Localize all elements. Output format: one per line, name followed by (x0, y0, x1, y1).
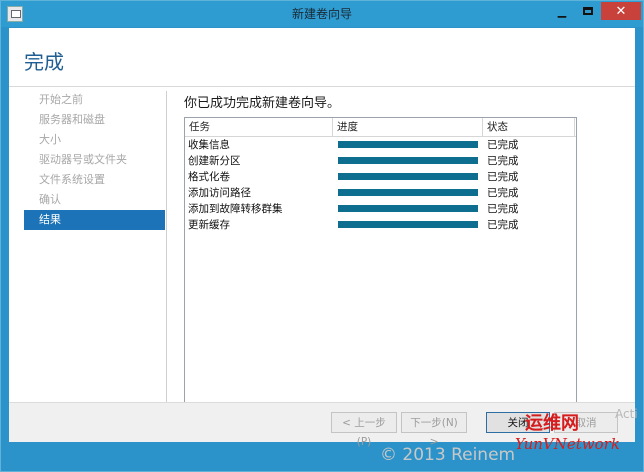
task-name-cell: 添加访问路径 (188, 187, 251, 199)
progress-bar (338, 173, 478, 180)
table-row[interactable]: 添加到故障转移群集 已完成 (185, 201, 576, 217)
minimize-button[interactable]: ▁ (549, 2, 575, 20)
nav-step-item[interactable]: 文件系统设置 (24, 170, 165, 190)
nav-step-item[interactable]: 结果 (24, 210, 165, 230)
wizard-footer: < 上一步(P) 下一步(N) > 关闭 取消 (9, 402, 635, 448)
column-header-progress[interactable]: 进度 (333, 118, 483, 136)
wizard-client-area: 完成 开始之前 服务器和磁盘 大小 驱动器号或文件夹 文件系统设置 确认 结果 你已成功完成… (9, 28, 635, 431)
task-name-cell: 收集信息 (188, 139, 230, 151)
table-row[interactable]: 创建新分区 已完成 (185, 153, 576, 169)
previous-button[interactable]: < 上一步(P) (331, 412, 397, 448)
column-header-status[interactable]: 状态 (483, 118, 575, 136)
progress-bar-fill (338, 173, 478, 180)
nav-step-item[interactable]: 确认 (24, 190, 165, 210)
progress-bar (338, 205, 478, 212)
status-cell: 已完成 (487, 203, 519, 215)
task-name-cell: 格式化卷 (188, 171, 230, 183)
close-icon: ✕ (615, 3, 627, 19)
progress-bar-fill (338, 205, 478, 212)
nav-step-item[interactable]: 大小 (24, 130, 165, 150)
status-cell: 已完成 (487, 155, 519, 167)
progress-bar (338, 157, 478, 164)
progress-bar (338, 189, 478, 196)
nav-step-item[interactable]: 驱动器号或文件夹 (24, 150, 165, 170)
progress-bar-fill (338, 157, 478, 164)
next-button[interactable]: 下一步(N) > (401, 412, 467, 448)
window-frame: 新建卷向导 ▁ ✕ 完成 开始之前 服务器和磁盘 大小 驱动器号或文件夹 文件系统设置确… (0, 0, 644, 472)
close-window-button[interactable]: ✕ (601, 2, 641, 20)
results-table: 任务 进度 状态 收集信息 已完成 创建新分区 已完成 格式化卷 已完成 添加访问路径 已完成… (184, 117, 577, 408)
status-cell: 已完成 (487, 171, 519, 183)
header-divider (9, 86, 635, 87)
task-name-cell: 更新缓存 (188, 219, 230, 231)
status-cell: 已完成 (487, 139, 519, 151)
window-title: 新建卷向导 (291, 7, 352, 21)
title-bar[interactable]: 新建卷向导 ▁ ✕ (1, 1, 643, 27)
status-cell: 已完成 (487, 187, 519, 199)
table-row[interactable]: 添加访问路径 已完成 (185, 185, 576, 201)
table-header: 任务 进度 状态 (185, 118, 576, 137)
status-cell: 已完成 (487, 219, 519, 231)
table-body: 收集信息 已完成 创建新分区 已完成 格式化卷 已完成 添加访问路径 已完成 添加到故障转移群集… (185, 137, 576, 233)
minimize-icon: ▁ (557, 4, 567, 18)
maximize-icon (583, 7, 593, 15)
progress-bar (338, 141, 478, 148)
task-name-cell: 创建新分区 (188, 155, 241, 167)
close-button[interactable]: 关闭 (486, 412, 550, 433)
cancel-button[interactable]: 取消 (554, 412, 618, 433)
page-title: 完成 (24, 50, 64, 74)
maximize-button[interactable] (575, 2, 601, 20)
column-header-task[interactable]: 任务 (185, 118, 333, 136)
wizard-step-nav: 开始之前 服务器和磁盘 大小 驱动器号或文件夹 文件系统设置 确认 结果 (24, 90, 165, 230)
progress-bar-fill (338, 221, 478, 228)
progress-bar (338, 221, 478, 228)
nav-step-item[interactable]: 开始之前 (24, 90, 165, 110)
table-row[interactable]: 格式化卷 已完成 (185, 169, 576, 185)
progress-bar-fill (338, 141, 478, 148)
task-name-cell: 添加到故障转移群集 (188, 203, 283, 215)
table-row[interactable]: 更新缓存 已完成 (185, 217, 576, 233)
nav-divider (166, 91, 167, 409)
result-heading: 你已成功完成新建卷向导。 (184, 96, 341, 111)
table-row[interactable]: 收集信息 已完成 (185, 137, 576, 153)
progress-bar-fill (338, 189, 478, 196)
nav-step-item[interactable]: 服务器和磁盘 (24, 110, 165, 130)
